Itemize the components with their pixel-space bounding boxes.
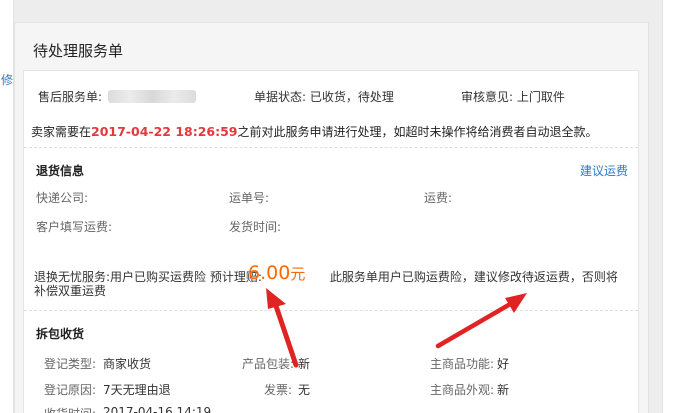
annotation-arrows bbox=[266, 288, 527, 368]
arrow-to-freight-advice bbox=[435, 293, 527, 349]
arrow-to-price bbox=[266, 288, 299, 368]
